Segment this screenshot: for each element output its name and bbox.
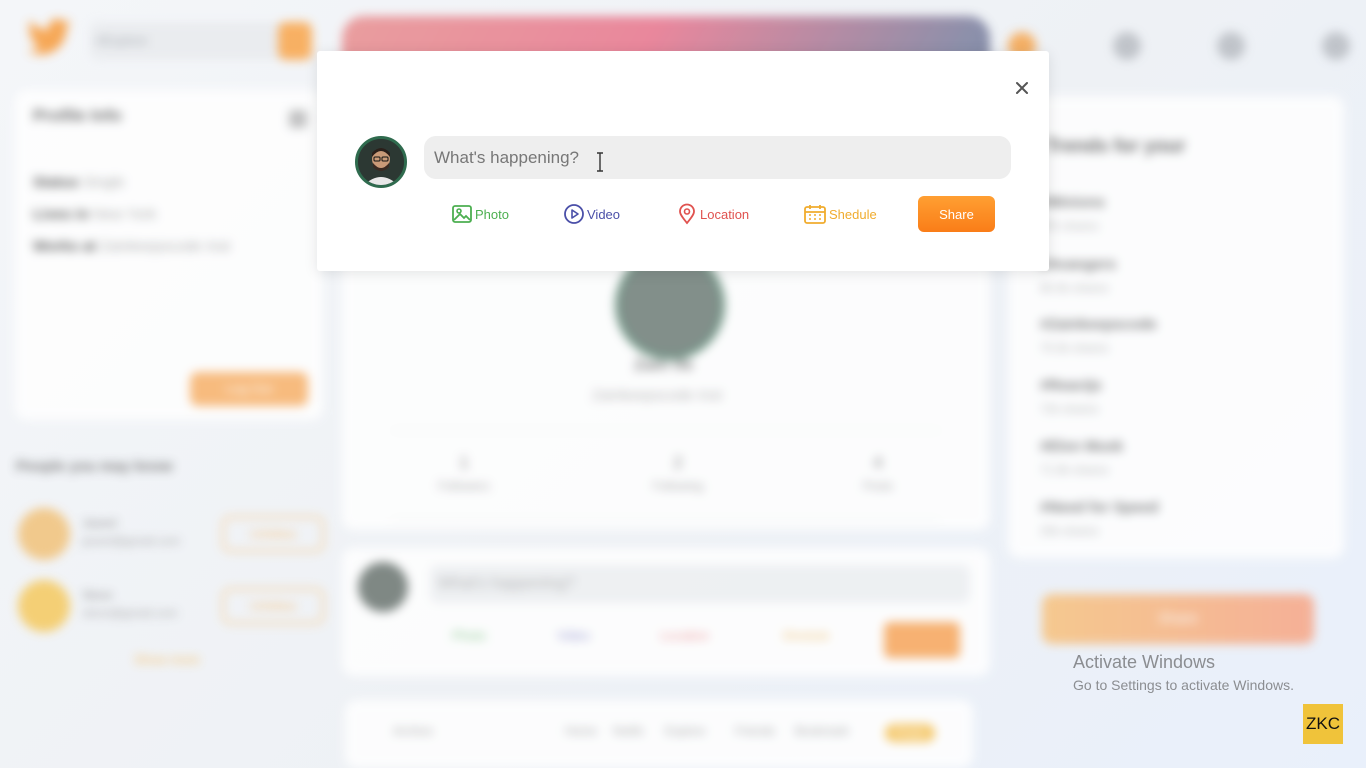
video-option[interactable]: Video [563,203,620,225]
trends-share-button[interactable]: Share [1042,594,1314,644]
post-text-input[interactable] [424,136,1011,179]
schedule-option[interactable]: Shedule [803,203,877,225]
avatar [18,580,70,632]
works-row: Works at Zainkeepscode Inst [33,238,231,255]
twitter-logo-icon [27,18,71,55]
photo-option[interactable]: Photo [452,628,486,643]
activate-windows-watermark: Activate Windows Go to Settings to activ… [1073,652,1294,693]
stat-following: 2 Following [652,453,704,493]
person-name: Jaseel [82,516,117,530]
video-option[interactable]: Video [557,628,590,643]
nav-notifs[interactable]: Notifs [613,724,644,738]
avatar [358,562,408,612]
stat-followers: 1 Followers [438,453,490,493]
edit-pencil-icon[interactable] [289,110,307,128]
activate-title: Activate Windows [1073,652,1216,672]
video-label: Video [587,206,621,222]
activate-subtitle: Go to Settings to activate Windows. [1073,677,1294,693]
text-cursor-icon [597,152,603,172]
person-item: Steve steve@gmail.com Unfollow [18,580,324,636]
settings-icon[interactable] [1113,32,1141,60]
search-placeholder: #Explore [96,33,148,48]
share-button[interactable]: Share [918,196,995,232]
profile-stats: 1 Followers 2 Following 4 Posts [392,430,940,520]
profile-info-card: Profile Info Status Single Lives in New … [15,90,323,420]
location-label: Location [700,206,750,222]
nav-home[interactable]: Home [565,724,597,738]
stat-posts: 4 Posts [862,453,893,493]
lives-row: Lives in New York [33,206,157,223]
nav-archive[interactable]: Archive [393,724,433,738]
unfollow-button[interactable]: Unfollow [222,516,324,552]
nav-friends[interactable]: Friends [735,724,775,738]
person-item: Jaseel jaseel@gmail.com Unfollow [18,508,324,564]
image-icon [452,205,472,223]
photo-label: Photo [475,206,509,222]
post-input[interactable]: What's happening? [430,565,970,603]
location-pin-icon [679,203,695,225]
nav-badge[interactable]: Posts [885,724,936,742]
people-you-may-know-title: People you may know [16,458,173,475]
schedule-option[interactable]: Shedule [782,628,830,643]
trend-item[interactable]: #Zainkeepscode 75.5k shares [1040,316,1157,355]
profile-name: Zain Ife [634,355,694,374]
zkc-badge: ZKC [1303,704,1343,744]
search-button[interactable] [278,22,312,60]
schedule-label: Shedule [829,206,877,222]
notification-bell-icon[interactable] [1217,32,1245,60]
profile-work: Zainkeepscode Inst [592,387,723,404]
show-more-link[interactable]: Show more [134,652,200,667]
trend-item[interactable]: #Elon Musk 71.9k shares [1040,438,1123,477]
location-option[interactable]: Location [676,203,749,225]
share-post-modal: Photo Video Location Shedule Share [317,51,1049,271]
search-bar[interactable]: #Explore [90,22,312,60]
trend-item[interactable]: #Need for Speed 20k shares [1040,499,1158,538]
nav-bookmark[interactable]: Bookmark [795,724,849,738]
avatar [355,136,407,188]
bottom-nav: Archive Home Notifs Explore Friends Book… [345,700,973,768]
avatar [18,508,70,560]
post-composer-card: What's happening? Photo Video Location S… [342,548,990,676]
photo-option[interactable]: Photo [451,203,509,225]
trends-card: Trends for your #Minions 97k shares #Avan… [1008,96,1344,558]
person-email: jaseel@gmail.com [82,534,181,548]
play-circle-icon [564,204,584,224]
trend-item[interactable]: #Minions 97k shares [1040,194,1105,233]
unfollow-button[interactable]: Unfollow [222,588,324,624]
person-name: Steve [82,588,113,602]
person-email: steve@gmail.com [82,606,178,620]
profile-info-title: Profile Info [33,106,122,125]
trends-title: Trends for your [1046,136,1186,157]
nav-explore[interactable]: Explore [665,724,706,738]
share-button[interactable] [884,622,960,658]
messages-icon[interactable] [1322,32,1350,60]
location-option[interactable]: Location [660,628,709,643]
trend-item[interactable]: #Avangers 80.5k shares [1040,256,1116,295]
trend-item[interactable]: #Reactjs 72k shares [1040,377,1102,416]
close-icon[interactable] [1013,79,1031,97]
calendar-icon [804,205,826,224]
logout-button[interactable]: Log Out [190,372,308,406]
status-row: Status Single [33,174,125,191]
